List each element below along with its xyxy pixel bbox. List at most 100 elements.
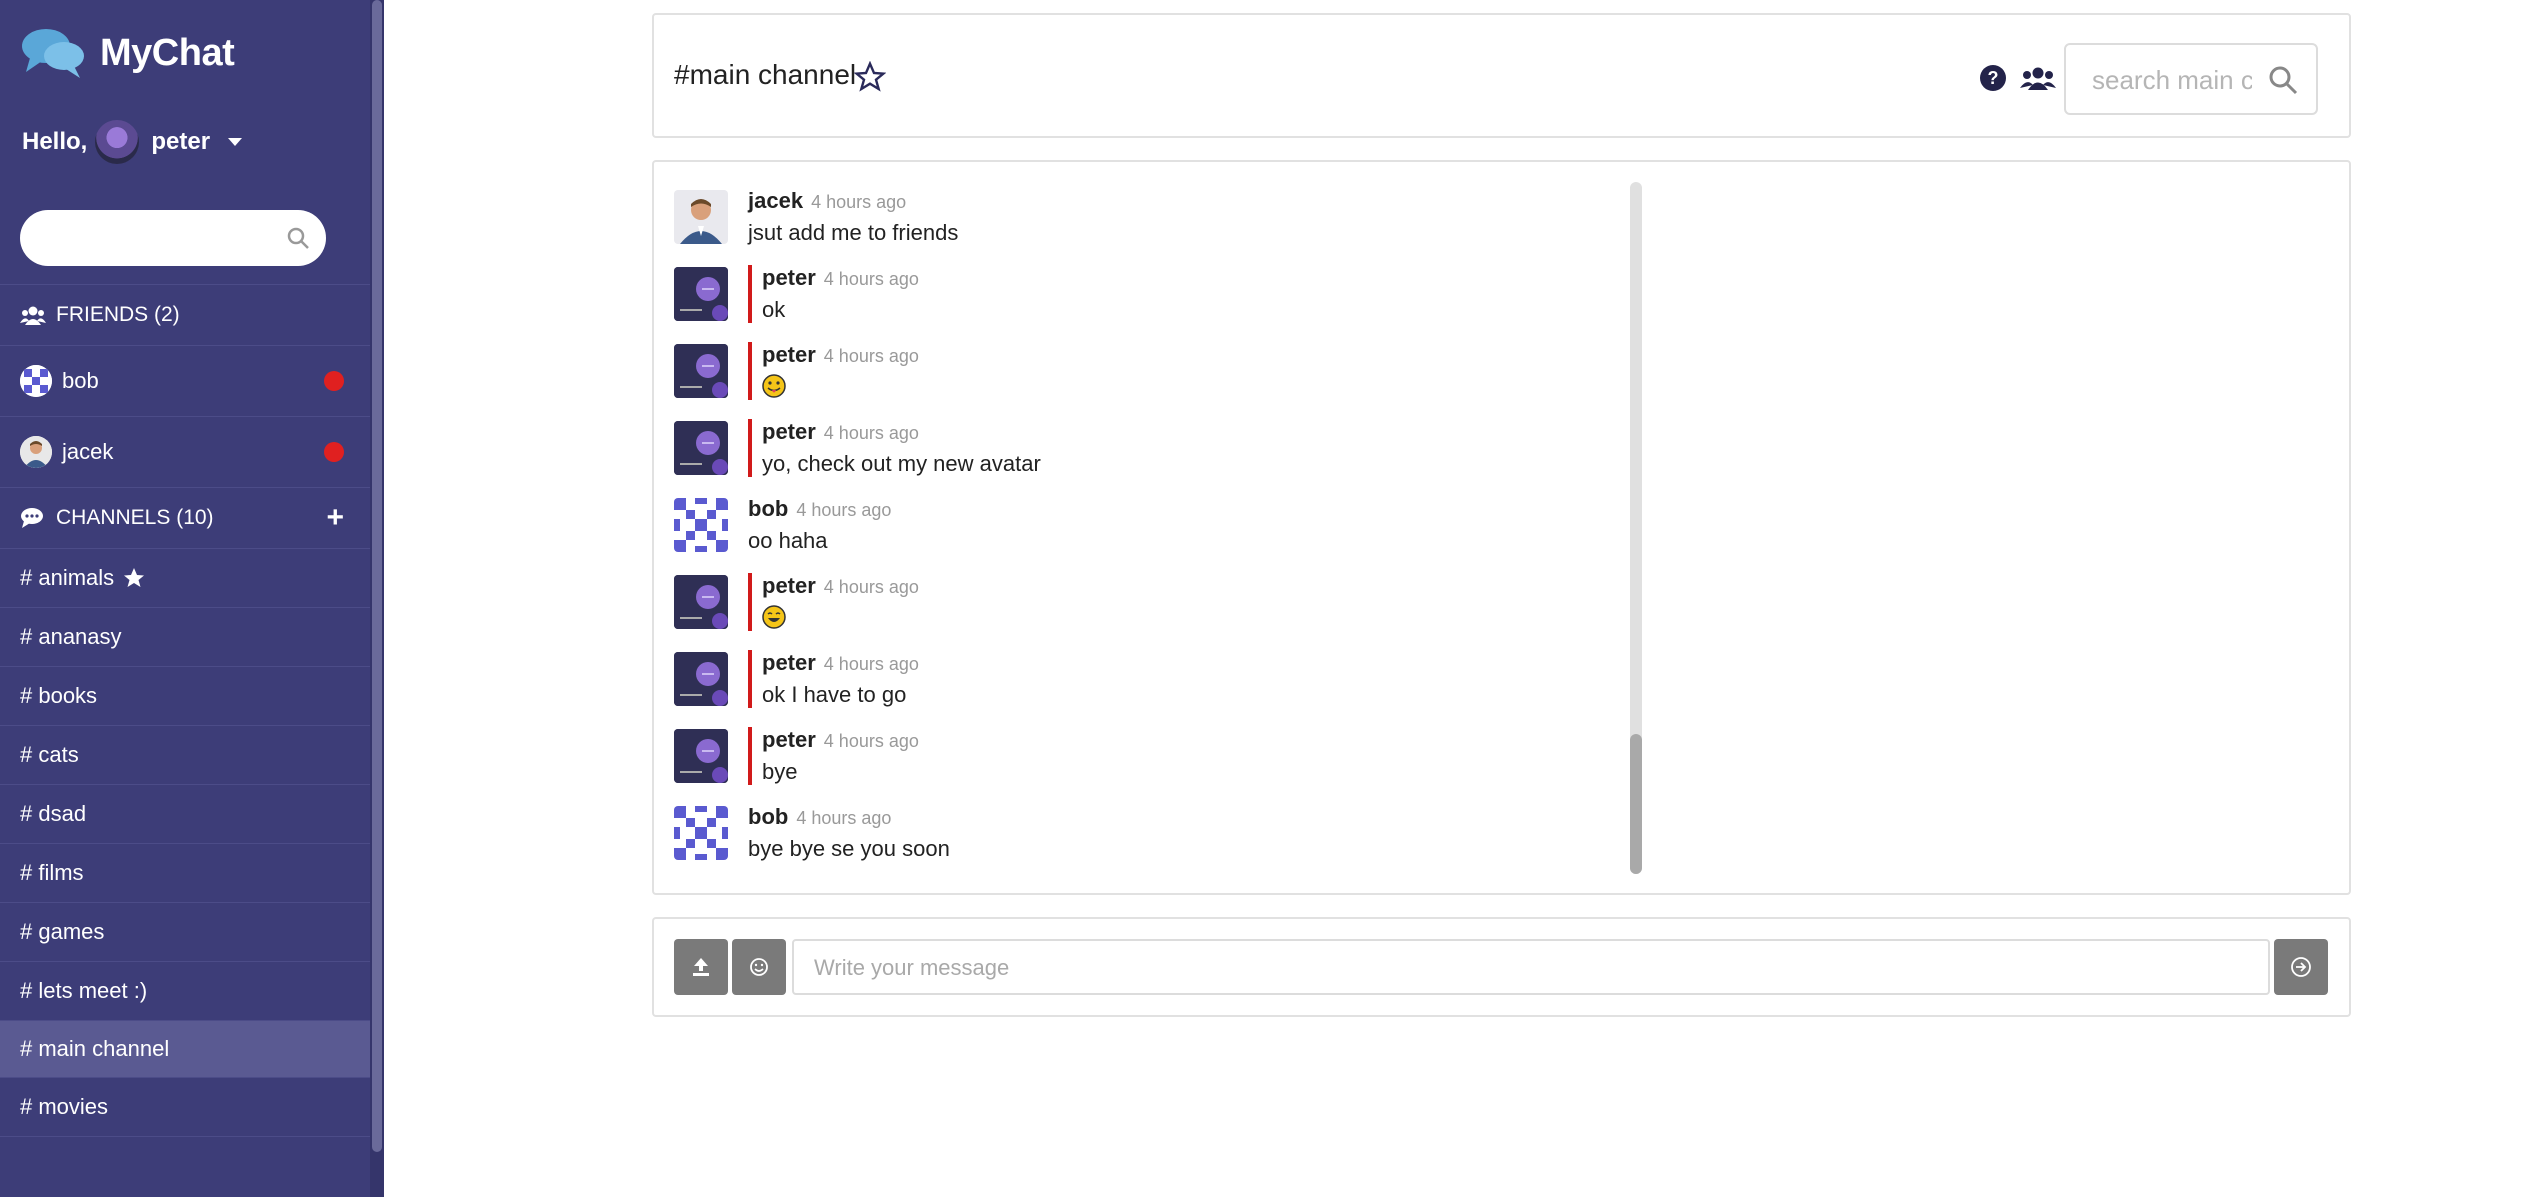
message-content: peter 4 hours ago — [762, 342, 919, 404]
message-content: jacek 4 hours ago jsut add me to friends — [748, 188, 958, 246]
upload-button[interactable] — [674, 939, 728, 995]
message-item: jacek 4 hours ago jsut add me to friends — [674, 188, 1634, 248]
app-logo[interactable]: MyChat — [20, 26, 235, 80]
reply-bar — [748, 342, 752, 400]
avatar[interactable] — [674, 344, 728, 398]
sidebar-search-input[interactable] — [38, 220, 268, 256]
message-author[interactable]: jacek — [748, 188, 803, 213]
message-author[interactable]: bob — [748, 496, 788, 521]
sidebar-search — [20, 210, 326, 266]
message-author[interactable]: peter — [762, 265, 816, 290]
sidebar-scrollbar[interactable] — [370, 0, 384, 1197]
avatar[interactable] — [674, 421, 728, 475]
channel-name: # cats — [20, 742, 79, 767]
message-body: ok — [762, 297, 786, 322]
sidebar: MyChat Hello, peter FRIENDS (2) bob jace… — [0, 0, 370, 1197]
message-content: peter 4 hours ago yo, check out my new av… — [762, 419, 1041, 477]
send-arrow-icon — [2291, 957, 2311, 977]
channel-item-ananasy[interactable]: # ananasy — [0, 607, 370, 666]
message-time: 4 hours ago — [811, 192, 907, 212]
avatar[interactable] — [674, 729, 728, 783]
message-body — [762, 605, 919, 635]
friend-name: jacek — [62, 438, 114, 464]
message-input-wrapper — [792, 939, 2270, 995]
user-menu[interactable]: Hello, peter — [22, 120, 243, 164]
message-author[interactable]: bob — [748, 804, 788, 829]
send-button[interactable] — [2274, 939, 2328, 995]
upload-icon — [693, 958, 709, 976]
avatar[interactable] — [674, 806, 728, 860]
channel-name: # animals — [20, 565, 115, 590]
channel-item-games[interactable]: # games — [0, 902, 370, 961]
channels-header: CHANNELS (10) + — [0, 487, 370, 547]
message-item: peter 4 hours ago ok — [674, 265, 1634, 325]
caret-down-icon[interactable] — [228, 138, 243, 146]
channel-item-main-channel[interactable]: # main channel — [0, 1020, 370, 1077]
avatar[interactable] — [674, 575, 728, 629]
message-content: bob 4 hours ago bye bye se you soon — [748, 804, 950, 862]
users-icon[interactable] — [2020, 65, 2056, 91]
message-body: jsut add me to friends — [748, 220, 959, 245]
message-input[interactable] — [814, 951, 2214, 985]
laughing-emoji-icon — [762, 605, 786, 629]
message-author[interactable]: peter — [762, 342, 816, 367]
scrollbar-thumb[interactable] — [372, 0, 382, 1152]
message-author[interactable]: peter — [762, 727, 816, 752]
message-time: 4 hours ago — [823, 423, 919, 443]
channel-item-books[interactable]: # books — [0, 666, 370, 725]
avatar[interactable] — [674, 190, 728, 244]
channel-search — [2064, 43, 2318, 115]
star-outline-icon[interactable] — [854, 61, 886, 93]
channel-item-films[interactable]: # films — [0, 843, 370, 902]
channel-name: # main channel — [20, 1036, 170, 1061]
channel-item-dsad[interactable]: # dsad — [0, 784, 370, 843]
message-item: peter 4 hours ago — [674, 573, 1634, 633]
search-icon[interactable] — [286, 226, 310, 250]
user-avatar — [95, 120, 140, 164]
avatar[interactable] — [674, 498, 728, 552]
avatar — [20, 364, 52, 397]
channel-name: # ananasy — [20, 624, 122, 649]
greeting-label: Hello, — [22, 128, 88, 155]
scrollbar-thumb[interactable] — [1630, 734, 1642, 874]
channel-item-animals[interactable]: # animals — [0, 548, 370, 607]
friend-item-bob[interactable]: bob — [0, 345, 370, 415]
comments-icon — [21, 507, 43, 528]
message-author[interactable]: peter — [762, 419, 816, 444]
reply-bar — [748, 419, 752, 477]
search-icon[interactable] — [2268, 65, 2298, 95]
message-author[interactable]: peter — [762, 650, 816, 675]
channel-item-lets-meet[interactable]: # lets meet :) — [0, 961, 370, 1020]
channel-search-input[interactable] — [2092, 63, 2252, 97]
friend-item-jacek[interactable]: jacek — [0, 416, 370, 486]
message-body: bye — [762, 759, 798, 784]
message-time: 4 hours ago — [823, 654, 919, 674]
message-scrollbar[interactable] — [1630, 182, 1642, 874]
avatar[interactable] — [674, 267, 728, 321]
star-icon — [124, 568, 145, 587]
friends-header: FRIENDS (2) — [0, 284, 370, 344]
channel-name: # games — [20, 919, 105, 944]
message-time: 4 hours ago — [823, 269, 919, 289]
channel-name: # films — [20, 860, 84, 885]
channel-item-cats[interactable]: # cats — [0, 725, 370, 784]
message-composer — [652, 917, 2351, 1017]
message-content: peter 4 hours ago — [762, 573, 919, 635]
message-time: 4 hours ago — [823, 346, 919, 366]
channel-item-movies[interactable]: # movies — [0, 1077, 370, 1137]
emoji-button[interactable] — [732, 939, 786, 995]
channel-name: # dsad — [20, 801, 87, 826]
message-content: peter 4 hours ago bye — [762, 727, 919, 785]
message-item: peter 4 hours ago yo, check out my new av… — [674, 419, 1634, 479]
channels-header-label: CHANNELS (10) — [56, 505, 214, 529]
avatar[interactable] — [674, 652, 728, 706]
message-item: bob 4 hours ago bye bye se you soon — [674, 804, 1634, 864]
channel-name: # books — [20, 683, 98, 708]
message-item: peter 4 hours ago bye — [674, 727, 1634, 787]
users-icon — [20, 306, 46, 325]
message-body: yo, check out my new avatar — [762, 451, 1041, 476]
message-author[interactable]: peter — [762, 573, 816, 598]
message-item: peter 4 hours ago — [674, 342, 1634, 402]
help-icon[interactable]: ? — [1979, 64, 2007, 92]
add-channel-icon[interactable]: + — [326, 502, 344, 533]
